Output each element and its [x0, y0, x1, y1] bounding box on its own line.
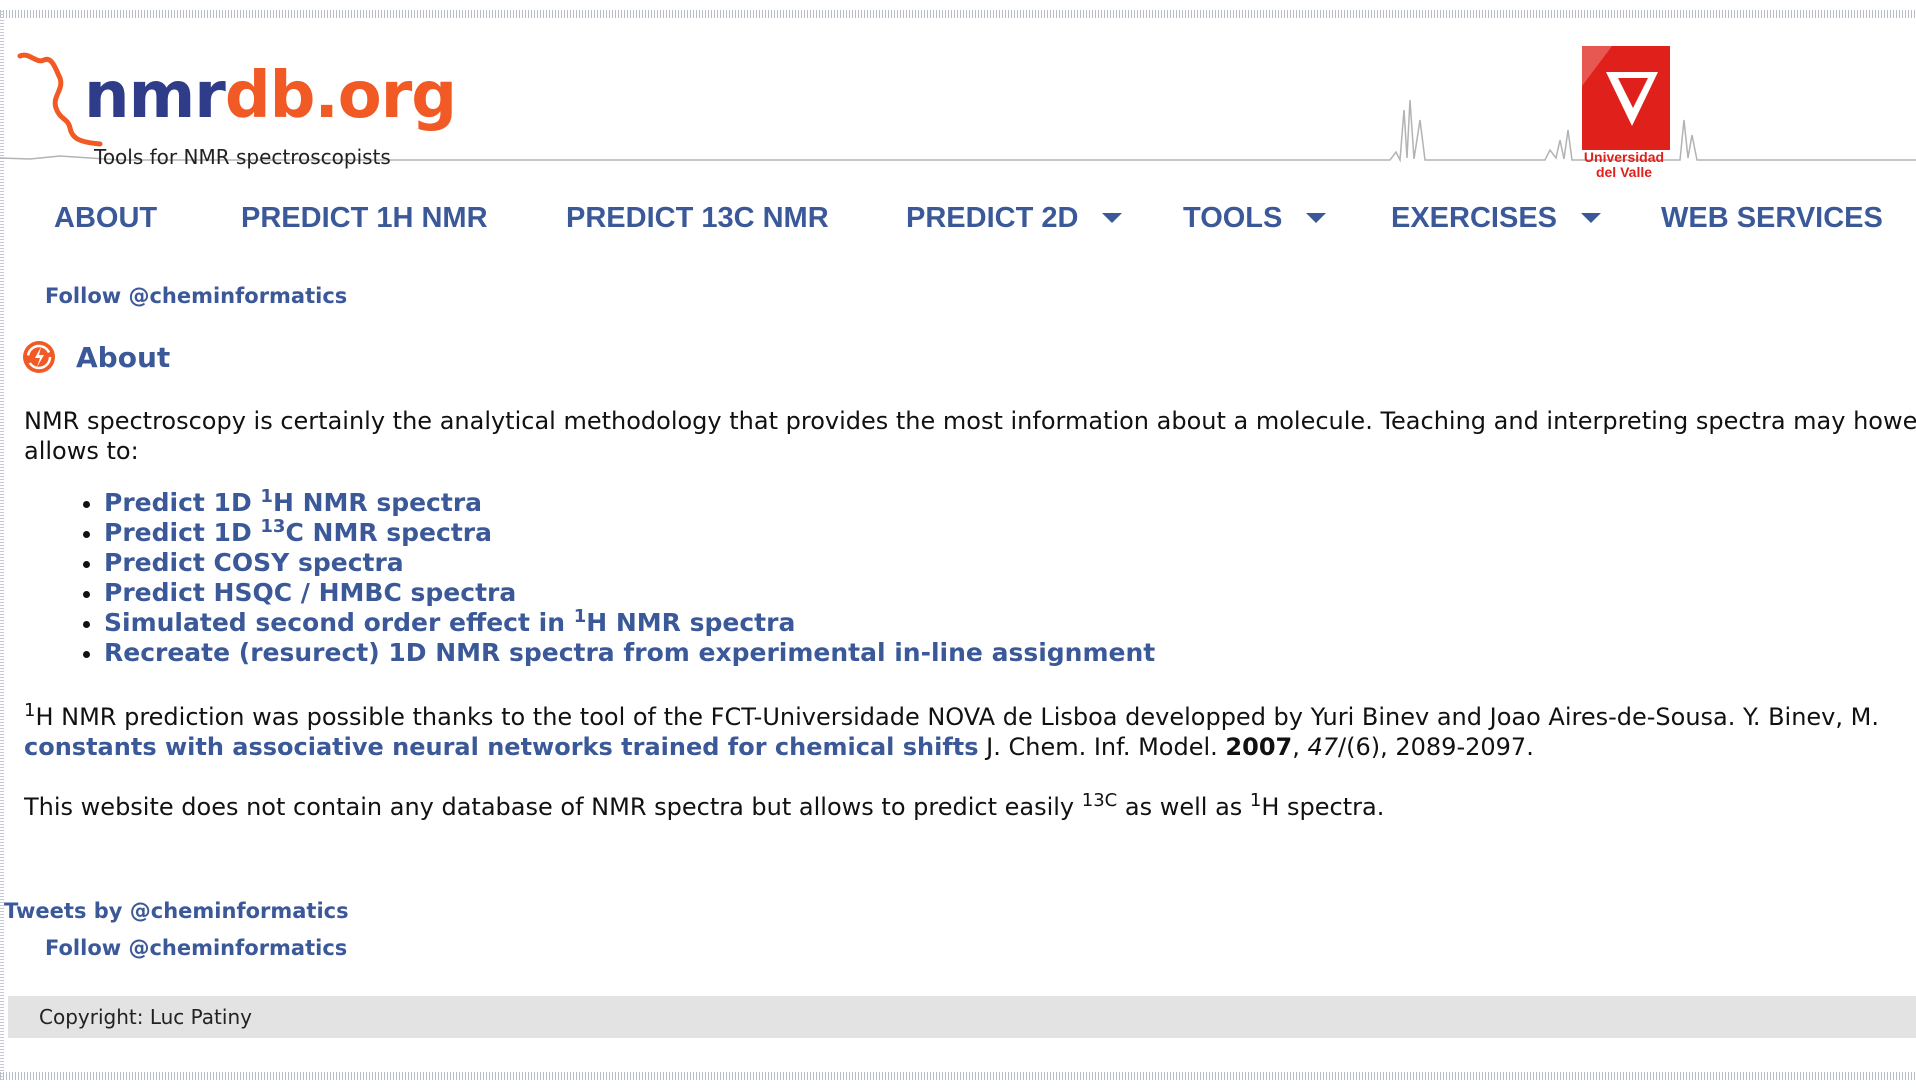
nav-web-services[interactable]: WEB SERVICES [1661, 194, 1883, 242]
top-border [0, 10, 1916, 18]
site-header: nmrdb.org Tools for NMR spectroscopists … [0, 20, 1916, 180]
credit-line-1: H NMR prediction was possible thanks to … [35, 703, 1879, 731]
paper-link[interactable]: constants with associative neural networ… [24, 733, 979, 761]
feature-link-predict-hsqc-hmbc[interactable]: Predict HSQC / HMBC spectra [104, 578, 516, 607]
feature-text: Predict 1D [104, 488, 261, 517]
feature-link-resurrect[interactable]: Recreate (resurect) 1D NMR spectra from … [104, 638, 1155, 667]
bottom-border [0, 1072, 1916, 1080]
follow-twitter-link-top[interactable]: Follow @cheminformatics [45, 284, 347, 308]
note-sup-13c: 13C [1081, 790, 1118, 811]
nav-predict-1h-nmr[interactable]: PREDICT 1H NMR [241, 194, 488, 242]
univalle-emblem-icon [1582, 46, 1670, 150]
main-nav: ABOUT PREDICT 1H NMR PREDICT 13C NMR PRE… [0, 194, 1916, 242]
credit-sep: , [1292, 733, 1308, 761]
credit-journal: J. Chem. Inf. Model. [978, 733, 1226, 761]
nav-predict-2d-label: PREDICT 2D [906, 201, 1079, 234]
credit-sup: 1 [24, 700, 36, 721]
feature-text: H NMR spectra [272, 488, 483, 517]
nav-exercises[interactable]: EXERCISES [1391, 194, 1601, 242]
nav-about[interactable]: ABOUT [54, 194, 157, 242]
section-title: About [76, 340, 171, 374]
note-sup-1: 1 [1249, 790, 1262, 811]
nmrdb-logo[interactable]: nmrdb.org Tools for NMR spectroscopists [16, 50, 457, 170]
copyright-text: Copyright: Luc Patiny [39, 1005, 252, 1029]
feature-text: H NMR spectra [586, 608, 796, 637]
list-item: Predict COSY spectra [104, 548, 1916, 578]
univalle-label: Universidad del Valle [1578, 150, 1670, 180]
feature-sup: 1 [260, 486, 273, 507]
note-pre: This website does not contain any databa… [24, 793, 1082, 821]
intro-line-1: NMR spectroscopy is certainly the analyt… [24, 407, 1916, 435]
logo-db-org: db.org [224, 59, 457, 133]
list-item: Predict 1D 13C NMR spectra [104, 518, 1916, 548]
feature-sup: 13 [260, 516, 286, 537]
credit-paragraph: 1H NMR prediction was possible thanks to… [24, 702, 1916, 762]
list-item: Simulated second order effect in 1H NMR … [104, 608, 1916, 638]
list-item: Recreate (resurect) 1D NMR spectra from … [104, 638, 1916, 668]
feature-sup: 1 [573, 606, 587, 627]
feature-link-predict-cosy[interactable]: Predict COSY spectra [104, 548, 404, 577]
univalle-line2: del Valle [1595, 164, 1653, 180]
feature-link-predict-1h[interactable]: Predict 1D 1H NMR spectra [104, 486, 483, 518]
feature-link-second-order[interactable]: Simulated second order effect in 1H NMR … [104, 606, 796, 638]
logo-nmr: nmr [84, 59, 226, 133]
database-note: This website does not contain any databa… [24, 792, 1916, 822]
logo-tagline: Tools for NMR spectroscopists [94, 145, 391, 169]
nav-tools[interactable]: TOOLS [1183, 194, 1327, 242]
list-item: Predict 1D 1H NMR spectra [104, 488, 1916, 518]
univalle-line1: Universidad [1583, 149, 1665, 165]
tweets-by-link[interactable]: Tweets by @cheminformatics [4, 899, 349, 923]
chevron-down-icon [1306, 213, 1327, 223]
list-item: Predict HSQC / HMBC spectra [104, 578, 1916, 608]
nav-tools-label: TOOLS [1183, 201, 1283, 234]
feature-list: Predict 1D 1H NMR spectra Predict 1D 13C… [24, 488, 1916, 668]
about-heading: About [22, 339, 170, 375]
footer: Copyright: Luc Patiny [8, 996, 1916, 1038]
univalle-logo[interactable]: Universidad del Valle [1578, 46, 1670, 180]
about-badge-icon [23, 341, 55, 373]
feature-text: Predict 1D [104, 518, 261, 547]
note-post: H spectra. [1261, 793, 1385, 821]
nav-predict-13c-nmr[interactable]: PREDICT 13C NMR [566, 194, 829, 242]
credit-year: 2007 [1225, 733, 1293, 761]
nav-web-services-label: WEB SERVICES [1661, 201, 1883, 234]
logo-wordmark: nmrdb.org [84, 64, 457, 128]
about-content: NMR spectroscopy is certainly the analyt… [24, 406, 1916, 822]
nav-predict-13c-nmr-label: PREDICT 13C NMR [566, 201, 829, 234]
nav-about-label: ABOUT [54, 201, 158, 234]
chevron-down-icon [1102, 213, 1123, 223]
intro-line-2: allows to: [24, 437, 139, 465]
nav-predict-2d[interactable]: PREDICT 2D [906, 194, 1123, 242]
nav-exercises-label: EXERCISES [1391, 201, 1557, 234]
follow-twitter-link-bottom[interactable]: Follow @cheminformatics [45, 936, 347, 960]
chevron-down-icon [1581, 213, 1601, 223]
feature-text: Simulated second order effect in [104, 608, 574, 637]
nav-predict-1h-nmr-label: PREDICT 1H NMR [241, 201, 488, 234]
note-mid: as well as [1117, 793, 1250, 821]
intro-paragraph: NMR spectroscopy is certainly the analyt… [24, 406, 1916, 466]
feature-text: C NMR spectra [285, 518, 492, 547]
feature-link-predict-13c[interactable]: Predict 1D 13C NMR spectra [104, 516, 492, 548]
credit-rest: /(6), 2089-2097. [1338, 733, 1534, 761]
credit-volume: 47 [1307, 733, 1339, 761]
